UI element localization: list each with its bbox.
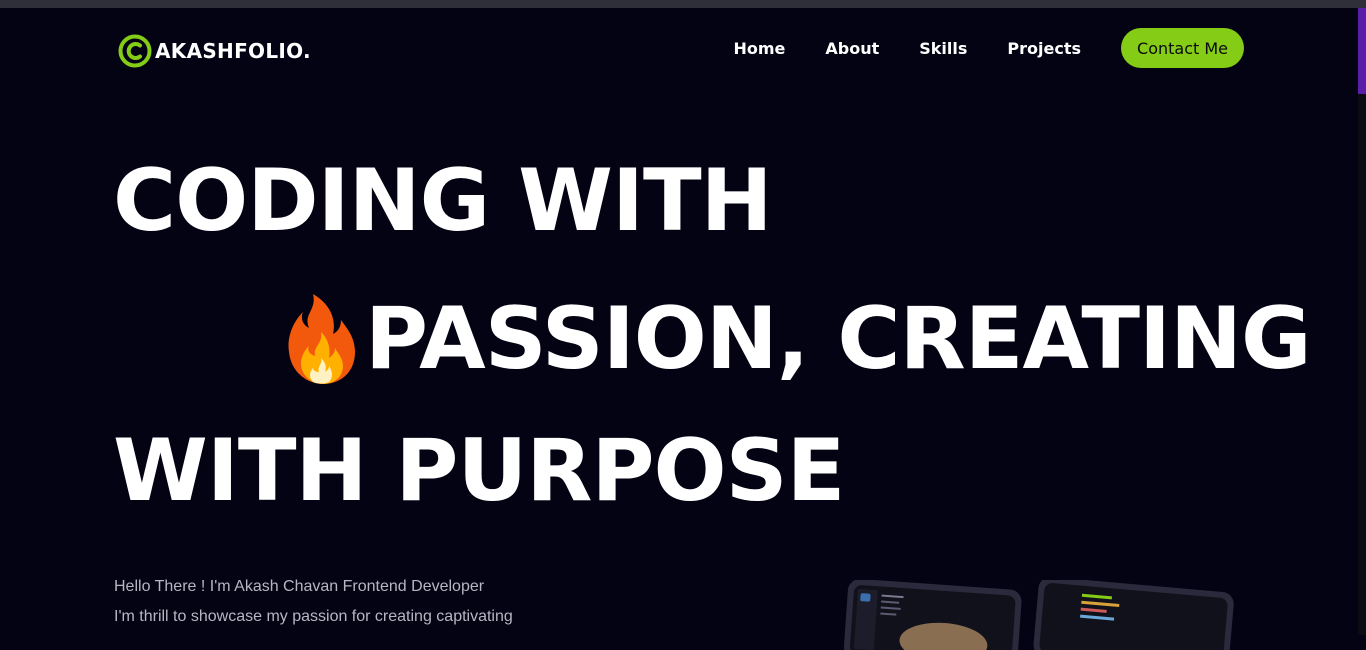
fire-icon	[288, 294, 355, 384]
nav-about[interactable]: About	[825, 39, 879, 58]
hero-line-1: CODING WITH	[113, 151, 773, 251]
devices-illustration	[843, 580, 1234, 650]
intro-line-2: I'm thrill to showcase my passion for cr…	[114, 608, 513, 625]
main-nav: Home About Skills Projects Contact Me	[733, 28, 1244, 68]
nav-skills[interactable]: Skills	[919, 39, 967, 58]
contact-me-button[interactable]: Contact Me	[1121, 28, 1244, 68]
hero-line-2-wrap: PASSION, CREATING	[283, 289, 1312, 389]
nav-home[interactable]: Home	[733, 39, 785, 58]
intro-line-1: Hello There ! I'm Akash Chavan Frontend …	[114, 578, 485, 595]
tablet-device-right	[1033, 580, 1234, 650]
scrollbar-track[interactable]	[1358, 8, 1366, 635]
nav-projects[interactable]: Projects	[1007, 39, 1081, 58]
hero-line-3: WITH PURPOSE	[113, 421, 845, 521]
page: AKASHFOLIO. Home About Skills Projects C…	[0, 8, 1358, 650]
logo[interactable]: AKASHFOLIO.	[117, 32, 311, 70]
logo-text: AKASHFOLIO.	[155, 39, 311, 63]
logo-mark-icon	[118, 34, 152, 68]
scrollbar-thumb[interactable]	[1358, 8, 1366, 94]
hero-line-2: PASSION, CREATING	[365, 289, 1312, 389]
tablet-device-left	[843, 580, 1022, 650]
browser-top-strip	[0, 0, 1366, 8]
